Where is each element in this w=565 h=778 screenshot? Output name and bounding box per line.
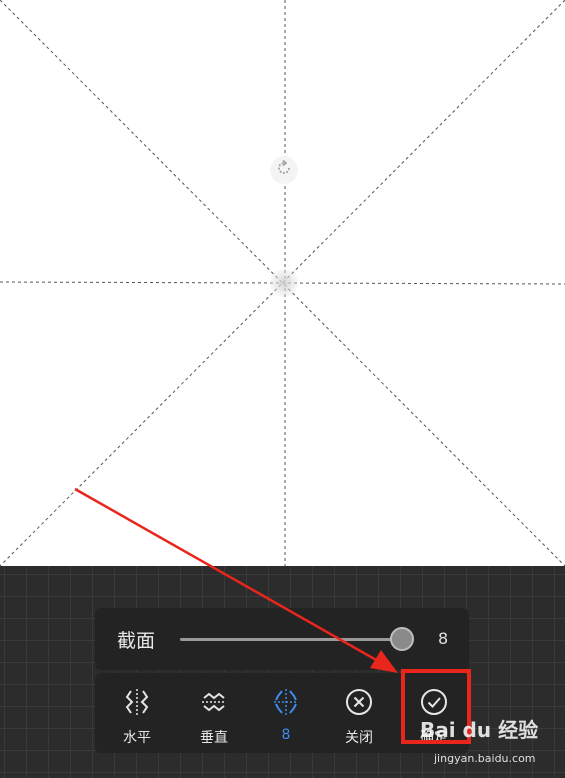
rotate-handle[interactable] xyxy=(270,156,298,184)
close-button[interactable]: 关闭 xyxy=(324,673,394,753)
sections-button[interactable]: 8 xyxy=(251,673,321,753)
vertical-button[interactable]: 垂直 xyxy=(179,673,249,753)
section-slider-track[interactable] xyxy=(180,638,402,641)
watermark: Bai du 经验 jingyan.baidu.com xyxy=(420,712,560,774)
horizontal-label: 水平 xyxy=(123,730,151,746)
vertical-label: 垂直 xyxy=(200,730,228,746)
drawing-canvas[interactable] xyxy=(0,0,565,566)
sections-label: 8 xyxy=(281,727,291,743)
section-slider-knob[interactable] xyxy=(390,627,414,651)
close-label: 关闭 xyxy=(345,730,373,746)
section-label: 截面 xyxy=(117,630,156,652)
rotate-icon xyxy=(275,159,293,181)
watermark-brand: Bai du 经验 xyxy=(420,718,539,742)
section-slider-value: 8 xyxy=(438,629,449,648)
watermark-url: jingyan.baidu.com xyxy=(434,752,536,765)
horizontal-button[interactable]: 水平 xyxy=(102,673,172,753)
section-panel: 截面 8 xyxy=(95,608,469,670)
center-handle[interactable] xyxy=(270,269,298,297)
